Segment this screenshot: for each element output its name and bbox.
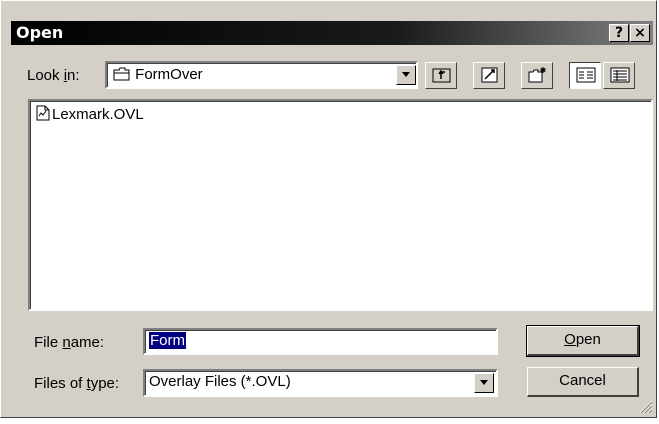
file-type-combobox[interactable]: Overlay Files (*.OVL) bbox=[143, 369, 498, 397]
file-type-label: Files of type: bbox=[34, 375, 120, 392]
up-folder-icon bbox=[432, 68, 451, 83]
file-list[interactable]: Lexmark.OVL bbox=[28, 99, 653, 311]
desktop-button[interactable] bbox=[473, 62, 505, 89]
file-name-text: Lexmark.OVL bbox=[52, 106, 144, 123]
details-view-icon bbox=[610, 67, 630, 83]
look-in-combobox[interactable]: FormOver bbox=[105, 61, 418, 89]
list-item[interactable]: Lexmark.OVL bbox=[36, 105, 144, 123]
list-view-icon bbox=[576, 67, 596, 83]
file-name-value: Form bbox=[149, 332, 186, 349]
help-button[interactable]: ? bbox=[609, 24, 629, 42]
chevron-down-icon bbox=[402, 72, 410, 77]
create-new-folder-button[interactable] bbox=[521, 62, 553, 89]
open-dialog: Open ? × Look in: FormOver Lexmark.OVL F… bbox=[0, 0, 657, 418]
look-in-value: FormOver bbox=[135, 66, 203, 83]
list-view-button[interactable] bbox=[569, 62, 601, 89]
title-bar[interactable]: Open ? × bbox=[11, 21, 653, 45]
file-name-input[interactable]: Form bbox=[143, 328, 498, 355]
open-button[interactable]: Open bbox=[526, 325, 640, 357]
file-name-label: File name: bbox=[34, 334, 105, 351]
desktop-icon bbox=[481, 67, 498, 83]
details-view-button[interactable] bbox=[603, 62, 635, 89]
look-in-dropdown-button[interactable] bbox=[396, 65, 416, 85]
folder-icon bbox=[113, 67, 130, 81]
chevron-down-icon bbox=[480, 380, 488, 385]
close-button[interactable]: × bbox=[630, 24, 650, 42]
new-folder-icon bbox=[528, 67, 546, 83]
dialog-title: Open bbox=[16, 23, 64, 42]
up-one-level-button[interactable] bbox=[425, 62, 457, 89]
resize-grip-icon[interactable] bbox=[639, 400, 653, 414]
look-in-label: Look in: bbox=[27, 67, 80, 84]
cancel-button[interactable]: Cancel bbox=[527, 367, 639, 397]
file-type-value: Overlay Files (*.OVL) bbox=[149, 373, 291, 390]
file-type-dropdown-button[interactable] bbox=[474, 373, 494, 393]
document-icon bbox=[36, 105, 50, 121]
